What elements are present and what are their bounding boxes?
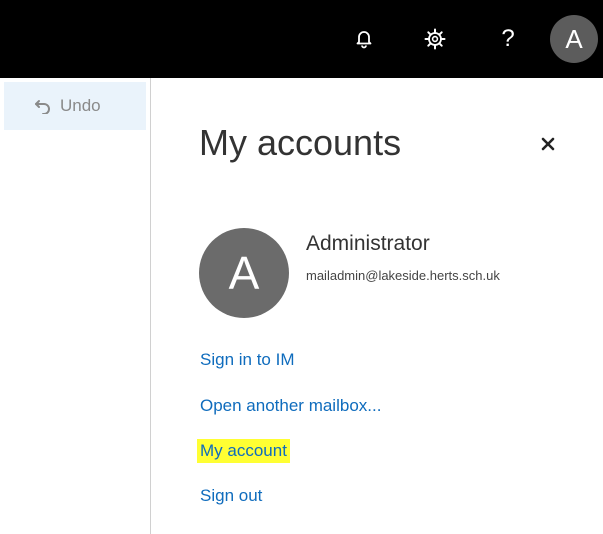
sign-in-to-im-link[interactable]: Sign in to IM [197,348,298,372]
open-another-mailbox-link[interactable]: Open another mailbox... [197,394,384,418]
undo-arrow-icon [35,100,50,114]
sign-out-link[interactable]: Sign out [197,484,265,508]
close-icon [541,137,555,151]
avatar-initial: A [565,23,583,54]
panel-title: My accounts [199,122,402,163]
left-pane [0,78,150,534]
help-icon[interactable]: ? [488,0,528,78]
close-button[interactable] [534,130,562,158]
account-email: mailadmin@lakeside.herts.sch.uk [306,268,500,283]
account-name: Administrator [306,232,430,255]
account-avatar-button[interactable]: A [550,15,598,63]
avatar-initial-large: A [228,247,260,299]
top-bar: ? A [0,0,603,78]
help-glyph: ? [501,25,515,52]
account-avatar: A [199,228,289,318]
bell-icon[interactable] [344,0,384,78]
my-account-link[interactable]: My account [197,439,290,463]
undo-label: Undo [60,96,101,115]
gear-icon[interactable] [415,0,455,78]
my-accounts-panel: My accounts A Administrator mailadmin@la… [150,78,603,534]
undo-button[interactable]: Undo [4,82,146,130]
